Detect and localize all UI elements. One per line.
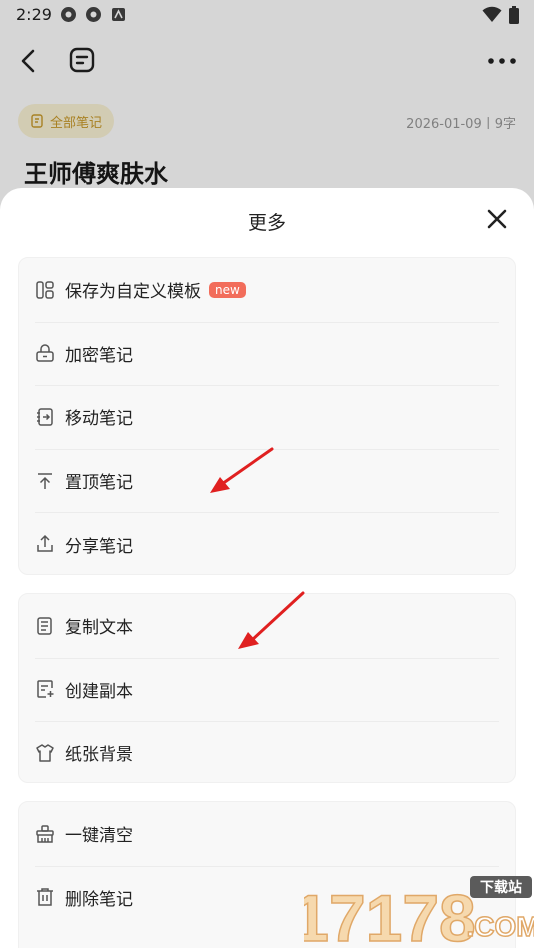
menu-item-paper-background[interactable]: 纸张背景 [19, 721, 515, 785]
menu-item-save-template[interactable]: 保存为自定义模板 new [19, 258, 515, 322]
template-icon [35, 280, 55, 300]
menu-item-share[interactable]: 分享笔记 [19, 512, 515, 576]
sheet-title: 更多 [247, 212, 286, 234]
menu-item-label: 一键清空 [65, 826, 133, 847]
menu-item-label: 置顶笔记 [65, 473, 133, 494]
close-button[interactable] [484, 206, 510, 232]
watermark-suffix: .COM [466, 911, 534, 942]
copy-text-icon [35, 616, 55, 636]
clear-icon [35, 824, 55, 844]
move-icon [35, 407, 55, 427]
menu-item-label: 删除笔记 [65, 889, 133, 910]
menu-group-note-actions: 保存为自定义模板 new 加密笔记 移动笔记 置顶笔记 分享笔记 [18, 257, 516, 575]
menu-item-label: 分享笔记 [65, 536, 133, 557]
more-bottom-sheet: 更多 保存为自定义模板 new 加密笔记 移动笔记 置顶笔记 分享笔记 复制文本… [0, 188, 534, 948]
menu-item-clear-all[interactable]: 一键清空 [19, 802, 515, 866]
menu-item-label: 复制文本 [65, 618, 133, 639]
share-icon [35, 534, 55, 554]
annotation-arrow [210, 447, 274, 493]
close-icon [487, 209, 507, 229]
menu-item-label: 移动笔记 [65, 409, 133, 430]
trash-icon [35, 887, 55, 907]
menu-item-label: 创建副本 [65, 681, 133, 702]
watermark-logo: 17178 下载站 .COM [291, 876, 534, 948]
menu-item-encrypt[interactable]: 加密笔记 [19, 321, 515, 386]
menu-item-label: 纸张背景 [65, 745, 133, 766]
menu-item-label: 保存为自定义模板 [65, 282, 201, 303]
menu-item-duplicate[interactable]: 创建副本 [19, 657, 515, 722]
pin-top-icon [35, 471, 55, 491]
watermark-number: 17178 [304, 881, 476, 948]
watermark-badge: 下载站 [480, 879, 522, 896]
menu-item-label: 加密笔记 [65, 345, 133, 366]
new-badge: new [209, 281, 246, 298]
duplicate-icon [35, 679, 55, 699]
lock-icon [35, 343, 55, 363]
site-watermark: 17178 下载站 .COM [291, 868, 534, 948]
annotation-arrow [238, 591, 305, 649]
paper-background-icon [35, 743, 55, 763]
